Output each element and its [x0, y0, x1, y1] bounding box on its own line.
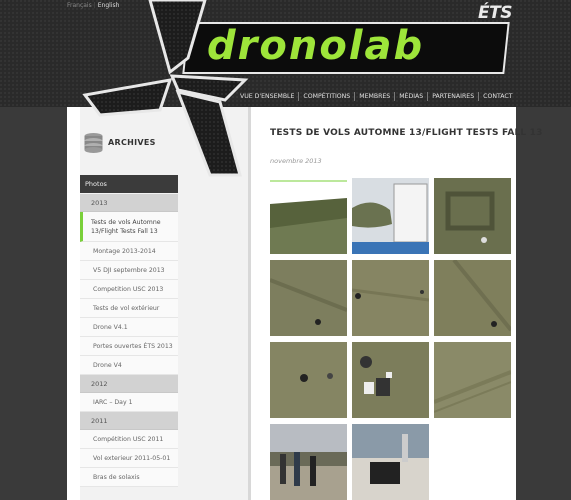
year-2011[interactable]: 2011: [80, 412, 178, 430]
archive-item[interactable]: Montage 2013-2014: [80, 242, 178, 261]
archive-item[interactable]: Vol exterieur 2011-05-01: [80, 449, 178, 468]
archives-heading: ARCHIVES: [108, 138, 156, 147]
archive-item[interactable]: Portes ouvertes ÉTS 2013: [80, 337, 178, 356]
lang-english-link[interactable]: English: [98, 2, 120, 9]
archive-item[interactable]: Compétition USC 2011: [80, 430, 178, 449]
archive-item[interactable]: Drone V4.1: [80, 318, 178, 337]
main-nav: VUE D'ENSEMBLE COMPÉTITIONS MEMBRES MÉDI…: [238, 92, 516, 101]
archive-item[interactable]: Tests de vol extérieur: [80, 299, 178, 318]
archive-menu-2013: 2013 Tests de vols Automne 13/Flight Tes…: [80, 194, 178, 487]
gallery-thumb[interactable]: [270, 260, 347, 336]
nav-media[interactable]: MÉDIAS: [395, 92, 429, 101]
year-2012[interactable]: 2012: [80, 375, 178, 393]
gallery-thumb[interactable]: [352, 178, 429, 254]
gallery-thumb[interactable]: [434, 260, 511, 336]
nav-partners[interactable]: PARTENAIRES: [428, 92, 480, 101]
database-icon: [84, 133, 103, 153]
year-2013[interactable]: 2013: [80, 194, 178, 212]
page-title: TESTS DE VOLS AUTOMNE 13/FLIGHT TESTS FA…: [270, 128, 543, 138]
language-switcher: Français | English: [67, 2, 119, 9]
site-header: Français | English ÉTS dronolab VUE D'ENSE…: [0, 0, 571, 107]
lang-french-link[interactable]: Français: [67, 2, 92, 9]
gallery-thumb[interactable]: [352, 260, 429, 336]
nav-competitions[interactable]: COMPÉTITIONS: [299, 92, 356, 101]
gallery-thumb[interactable]: [270, 342, 347, 418]
archive-item[interactable]: Bras de solaxis: [80, 468, 178, 487]
gallery-thumb[interactable]: [270, 424, 347, 500]
gallery-thumb[interactable]: [270, 178, 347, 254]
archive-item[interactable]: IARC – Day 1: [80, 393, 178, 412]
archive-item[interactable]: Competition USC 2013: [80, 280, 178, 299]
site-logo[interactable]: dronolab: [207, 20, 424, 72]
nav-members[interactable]: MEMBRES: [355, 92, 396, 101]
photos-category-header[interactable]: Photos: [80, 175, 178, 193]
gallery-thumb[interactable]: [434, 342, 511, 418]
gallery-thumb[interactable]: [352, 424, 429, 500]
archive-item[interactable]: V5 DJI septembre 2013: [80, 261, 178, 280]
archive-item[interactable]: Drone V4: [80, 356, 178, 375]
post-date: novembre 2013: [270, 157, 322, 165]
gallery-thumb[interactable]: [434, 178, 511, 254]
lang-separator: |: [93, 2, 96, 9]
ets-logo[interactable]: ÉTS: [478, 3, 512, 23]
archive-item-active[interactable]: Tests de vols Automne 13/Flight Tests Fa…: [80, 212, 178, 242]
nav-contact[interactable]: CONTACT: [479, 92, 516, 101]
nav-overview[interactable]: VUE D'ENSEMBLE: [238, 92, 300, 101]
gallery-thumb[interactable]: [352, 342, 429, 418]
